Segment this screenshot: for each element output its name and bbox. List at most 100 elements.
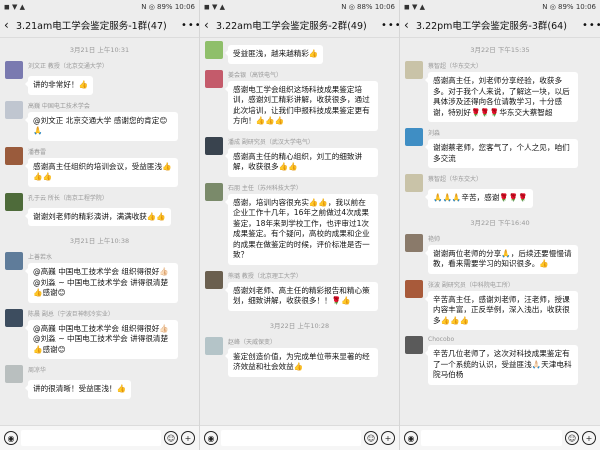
back-icon[interactable]: ‹ — [204, 18, 216, 32]
message-body: 高巍 中国电工技术学会 @刘文正 北京交通大学 感谢您的肯定😊🙏 — [25, 101, 193, 141]
message-bubble[interactable]: @高巍 中国电工技术学会 组织得很好👍🏻@刘淼 ~ 中国电工技术学会 讲得很清楚… — [25, 319, 178, 359]
back-icon[interactable]: ‹ — [4, 18, 16, 32]
message-bubble[interactable]: 感谢高主任的精心组织，刘工的细致讲解，收获很多👍👍 — [225, 147, 378, 177]
sender-name: 孔于云 所长（南京工程学院） — [28, 194, 108, 202]
message-bubble[interactable]: 谢谢蔡老师，您客气了，个人之见，咱们多交流 — [425, 139, 578, 168]
message-row: 潘春雷 感谢高主任组织的培训会议，受益匪浅👍👍👍 — [0, 144, 199, 190]
sender-name: 熊璐 教授（北京理工大学） — [228, 272, 302, 280]
message-row: 周凉华讲的很清晰！受益匪浅！👍 — [0, 362, 199, 402]
avatar[interactable] — [5, 146, 23, 165]
status-bar: ◼ ▼ ▲ N ◎ 89% 10:06 — [400, 0, 600, 13]
message-bubble[interactable]: @刘文正 北京交通大学 感谢您的肯定😊🙏 — [25, 111, 178, 141]
status-bar: ◼ ▼ ▲ N ◎ 89% 10:06 — [0, 0, 199, 13]
message-input[interactable] — [221, 430, 361, 446]
message-bubble[interactable]: 感谢电工学会组织这场科技成果鉴定培训，感谢刘工精彩讲解，收获很多，通过此次培训，… — [225, 80, 378, 131]
chat-panel: ◼ ▼ ▲ N ◎ 89% 10:06 ‹ 3.21am电工学会鉴定服务-1群(47)… — [0, 0, 200, 450]
message-bubble[interactable]: @高巍 中国电工技术学会 组织得很好👍🏻@刘淼 ~ 中国电工技术学会 讲得很清楚… — [25, 263, 178, 303]
message-body: 蔡智超（华东交大） 感谢高主任，刘老师分享经验，收获多多。对于我个人来说，了解这一… — [425, 61, 594, 122]
voice-icon[interactable]: ◉ — [4, 431, 18, 445]
emoji-icon[interactable]: ☺ — [364, 431, 378, 445]
message-bubble[interactable]: 鉴定创造价值，为完成单位带来显著的经济效益和社会效益👍 — [225, 347, 378, 377]
message-body: 刘淼 谢谢蔡老师，您客气了，个人之见，咱们多交流 — [425, 128, 594, 168]
message-list[interactable]: 受益匪浅，越来越精彩👍 姜会银（高铁电气） 感谢电工学会组织这场科技成果鉴定培训，感… — [200, 38, 399, 425]
status-left: ◼ ▼ ▲ — [4, 2, 26, 11]
voice-icon[interactable]: ◉ — [204, 431, 218, 445]
plus-icon[interactable]: + — [381, 431, 395, 445]
message-bubble[interactable]: 受益匪浅，越来越精彩👍 — [224, 45, 324, 64]
message-bubble[interactable]: 讲的非常好！👍 — [24, 76, 94, 95]
message-row: 艳帅 谢谢两位老师的分享🙏，后续还要慢慢请教，看来需要学习的知识很多。👍 — [400, 231, 600, 277]
timestamp: 3月21日 上午10:31 — [69, 46, 130, 54]
back-icon[interactable]: ‹ — [404, 18, 416, 32]
message-bubble[interactable]: 谢谢刘老师的精彩演讲，满满收获👍👍 — [25, 207, 171, 226]
avatar[interactable] — [5, 252, 23, 270]
message-row: 石朋 主任（苏州科技大学） 感谢，培训内容很充实👍👍，我以前在企业工作十几年，16… — [200, 180, 399, 268]
avatar[interactable] — [205, 336, 223, 355]
emoji-icon[interactable]: ☺ — [565, 431, 579, 445]
chat-title: 3.21am电工学会鉴定服务-1群(47) — [16, 21, 167, 32]
message-row: 刘淼 谢谢蔡老师，您客气了，个人之见，咱们多交流 — [400, 125, 600, 171]
timestamp: 3月22日 下午16:40 — [470, 218, 530, 227]
sender-name: Chocobo — [428, 336, 455, 343]
message-input[interactable] — [421, 430, 562, 446]
message-bubble[interactable]: 辛苦高主任，感谢刘老师，汪老师，授课内容丰富，正反举例，深入浅出，收获很多👍👍👍 — [425, 290, 578, 330]
avatar[interactable] — [5, 365, 23, 383]
message-list[interactable]: 3月21日 上午10:31 刘文正 教授（北京交通大学） 讲的非常好！👍 高巍 中国电… — [0, 38, 199, 425]
sender-name: 刘文正 教授（北京交通大学） — [28, 63, 108, 70]
timestamp: 3月22日 上午10:28 — [269, 321, 330, 330]
emoji-icon[interactable]: ☺ — [164, 431, 178, 445]
avatar[interactable] — [405, 279, 423, 298]
more-icon[interactable]: ••• — [381, 20, 399, 31]
avatar[interactable] — [205, 270, 223, 289]
avatar[interactable] — [405, 128, 423, 146]
message-bubble[interactable]: 感谢，培训内容很充实👍👍，我以前在企业工作十几年，16年之前做过4次成果鉴定，1… — [225, 193, 378, 265]
message-bubble[interactable]: 讲的很清晰！受益匪浅！👍 — [25, 380, 131, 399]
sender-name: 周凉华 — [28, 367, 47, 374]
avatar[interactable] — [405, 336, 423, 354]
avatar[interactable] — [405, 61, 423, 79]
sender-name: 上善若水 — [28, 254, 53, 261]
avatar[interactable] — [405, 174, 423, 192]
plus-icon[interactable]: + — [181, 431, 195, 445]
status-right: N ◎ 89% 10:06 — [141, 2, 195, 11]
message-row: 蔡智超（华东交大） 🙏🙏🙏辛苦，感谢🌹🌹🌹 — [400, 171, 600, 211]
sender-name: 潘春雷 — [28, 148, 47, 156]
avatar[interactable] — [5, 61, 23, 79]
input-bar: ◉ ☺ + — [200, 425, 399, 450]
message-bubble[interactable]: 谢谢两位老师的分享🙏，后续还要慢慢请教，看来需要学习的知识很多。👍 — [425, 244, 578, 274]
plus-icon[interactable]: + — [582, 431, 596, 445]
message-bubble[interactable]: 感谢高主任，刘老师分享经验，收获多多。对于我个人来说，了解这一块，以后具体涉及还… — [425, 72, 578, 122]
avatar[interactable] — [5, 308, 23, 327]
message-row: 蔡智超（华东交大） 感谢高主任，刘老师分享经验，收获多多。对于我个人来说，了解这一… — [400, 58, 600, 125]
sender-name: 张波 副研究员（中科院电工所） — [428, 281, 514, 289]
message-row: 高巍 中国电工技术学会 @刘文正 北京交通大学 感谢您的肯定😊🙏 — [0, 98, 199, 144]
message-row: 陈晨 副总（宁波巨神制冷实业） @高巍 中国电工技术学会 组织得很好👍🏻@刘淼 ~… — [0, 306, 199, 363]
message-body: 熊璐 教授（北京理工大学） 感谢刘老师、高主任的精彩报告和精心策划，细致讲解，收获… — [225, 271, 393, 311]
message-input[interactable] — [21, 430, 161, 446]
chat-title: 3.22am电工学会鉴定服务-2群(49) — [216, 21, 367, 32]
message-row: 赵峰（天威保变） 鉴定创造价值，为完成单位带来显著的经济效益和社会效益👍 — [200, 334, 399, 380]
chat-header: ‹3.22pm电工学会鉴定服务-3群(64) ••• — [400, 13, 600, 38]
avatar[interactable] — [405, 233, 423, 252]
avatar[interactable] — [5, 192, 23, 211]
more-icon[interactable]: ••• — [582, 20, 600, 31]
avatar[interactable] — [205, 136, 223, 155]
message-body: 赵峰（天威保变） 鉴定创造价值，为完成单位带来显著的经济效益和社会效益👍 — [225, 337, 393, 377]
message-row: 孔于云 所长（南京工程学院） 谢谢刘老师的精彩演讲，满满收获👍👍 — [0, 190, 199, 230]
avatar[interactable] — [205, 69, 223, 88]
voice-icon[interactable]: ◉ — [404, 431, 418, 445]
message-body: 张波 副研究员（中科院电工所） 辛苦高主任，感谢刘老师，汪老师，授课内容丰富，正反… — [425, 280, 594, 330]
avatar[interactable] — [205, 182, 223, 201]
message-bubble[interactable]: 感谢高主任组织的培训会议，受益匪浅👍👍👍 — [25, 157, 178, 187]
more-icon[interactable]: ••• — [181, 20, 199, 31]
avatar[interactable] — [205, 41, 223, 59]
message-list[interactable]: 3月22日 下午15:35 蔡智超（华东交大） 感谢高主任，刘老师分享经验，收获多多… — [400, 38, 600, 425]
sender-name: 蔡智超（华东交大） — [428, 176, 483, 183]
message-row: 张波 副研究员（中科院电工所） 辛苦高主任，感谢刘老师，汪老师，授课内容丰富，正反… — [400, 277, 600, 334]
message-bubble[interactable]: 🙏🙏🙏辛苦，感谢🌹🌹🌹 — [425, 189, 533, 208]
message-body: 孔于云 所长（南京工程学院） 谢谢刘老师的精彩演讲，满满收获👍👍 — [25, 193, 193, 226]
avatar[interactable] — [5, 100, 23, 119]
sender-name: 蔡智超（华东交大） — [428, 63, 483, 70]
message-bubble[interactable]: 感谢刘老师、高主任的精彩报告和精心策划，细致讲解，收获很多！！🌹👍 — [225, 281, 378, 311]
message-bubble[interactable]: 辛苦几位老师了，这次对科技成果鉴定有了一个系统的认识，受益匪浅🙏🏻天津电科院马伯… — [425, 345, 578, 385]
